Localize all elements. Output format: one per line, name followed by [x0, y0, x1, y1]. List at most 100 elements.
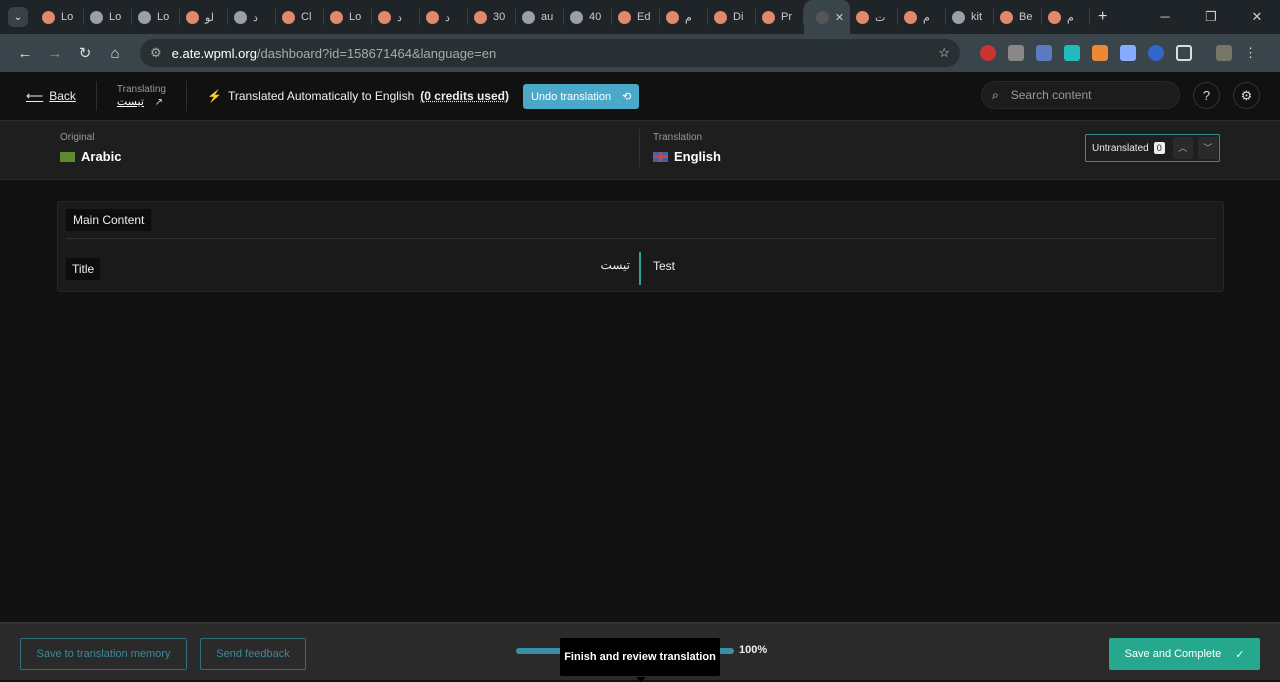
browser-tab[interactable]: Lo [324, 9, 372, 25]
browser-tab[interactable]: Be [994, 9, 1042, 25]
check-icon: ✓ [1235, 648, 1245, 661]
help-button[interactable]: ? [1193, 82, 1220, 109]
saudi-flag-icon [60, 151, 75, 162]
browser-tab[interactable]: 30 [468, 9, 516, 25]
favicon-icon [282, 10, 295, 24]
browser-tab[interactable]: Pr [756, 9, 804, 25]
untranslated-filter[interactable]: Untranslated 0 ︿ ﹀ [1085, 134, 1220, 162]
tooltip: Finish and review translation [560, 638, 720, 682]
browser-tab[interactable]: د [372, 9, 420, 25]
home-icon[interactable]: ⌂ [100, 45, 130, 62]
browser-tab[interactable]: Cl [276, 9, 324, 25]
favicon-icon [815, 10, 829, 24]
undo-translation-button[interactable]: Undo translation ⟲ [522, 83, 640, 109]
favicon-icon [138, 10, 151, 24]
extension-icon[interactable] [1092, 45, 1108, 61]
search-input[interactable]: ⌕ Search content [981, 81, 1180, 109]
extensions: ⋮ [980, 45, 1260, 61]
favicon-icon [618, 10, 631, 24]
credits-info[interactable]: (0 credits used) [420, 89, 509, 103]
close-tab-icon[interactable]: ✕ [835, 11, 844, 24]
extension-icon[interactable] [1148, 45, 1164, 61]
favicon-icon [42, 10, 55, 24]
content-card: Main Content Title تيست Test [57, 201, 1224, 292]
favicon-icon [762, 10, 775, 24]
app-header: ⟵ Back Translating تيست ↗ ⚡ Translated Auto… [0, 72, 1280, 121]
section-title: Main Content [66, 209, 152, 231]
extension-icon[interactable] [1008, 45, 1024, 61]
bolt-icon: ⚡ [207, 89, 222, 103]
arrow-left-icon: ⟵ [26, 89, 44, 103]
save-memory-button[interactable]: Save to translation memory [20, 638, 187, 670]
minimize-button[interactable]: ─ [1142, 0, 1188, 34]
puzzle-icon[interactable] [1176, 45, 1192, 61]
browser-tab[interactable]: Lo [36, 9, 84, 25]
back-nav-icon[interactable]: ← [10, 45, 40, 62]
browser-tab[interactable]: ت [850, 9, 898, 25]
favicon-icon [714, 10, 727, 24]
undo-icon: ⟲ [622, 90, 632, 103]
forward-nav-icon[interactable]: → [40, 45, 70, 62]
browser-tab[interactable]: د [420, 9, 468, 25]
extension-icon[interactable] [980, 45, 996, 61]
chevron-up-icon[interactable]: ︿ [1172, 137, 1193, 159]
reload-icon[interactable]: ↻ [70, 44, 100, 62]
browser-tab[interactable]: Ed [612, 9, 660, 25]
browser-tab[interactable]: ✕ [804, 0, 850, 34]
language-bar: Original Arabic Translation English Untran… [0, 121, 1280, 180]
browser-tabbar: ⌄ Lo Lo Lo لو د Cl Lo د د 30 au 40 Ed م Di Pr ✕ ت م kit Be م … [0, 0, 1280, 34]
browser-tab[interactable]: Di [708, 9, 756, 25]
browser-tab[interactable]: م [660, 9, 708, 25]
favicon-icon [426, 10, 439, 24]
favicon-icon [522, 10, 535, 24]
close-window-button[interactable]: ✕ [1234, 0, 1280, 34]
browser-tab[interactable]: 40 [564, 9, 612, 25]
search-icon: ⌕ [992, 87, 999, 102]
browser-tab[interactable]: Lo [132, 9, 180, 25]
settings-gear-icon[interactable]: ⚙ [1233, 82, 1260, 109]
restore-button[interactable]: ❐ [1188, 0, 1234, 34]
url-input[interactable]: ⚙ e.ate.wpml.org/dashboard?id=158671464&l… [140, 39, 960, 67]
browser-tab[interactable]: م [898, 9, 946, 25]
back-link[interactable]: ⟵ Back [26, 89, 76, 103]
external-link-icon[interactable]: ↗ [155, 97, 163, 108]
source-text: تيست [600, 258, 630, 272]
footer: Save to translation memory Send feedback… [0, 622, 1280, 682]
translating-label: Translating [116, 84, 166, 95]
favicon-icon [952, 10, 965, 24]
favicon-icon [856, 10, 869, 24]
uk-flag-icon [653, 151, 668, 162]
extension-icon[interactable] [1036, 45, 1052, 61]
favicon-icon [570, 10, 583, 24]
favicon-icon [474, 10, 487, 24]
avatar[interactable] [1216, 45, 1232, 61]
progress-percent: 100% [739, 644, 768, 656]
favicon-icon [904, 10, 917, 24]
extension-icon[interactable] [1064, 45, 1080, 61]
doc-title-link[interactable]: تيست [117, 96, 144, 108]
bookmark-star-icon[interactable]: ☆ [938, 45, 950, 61]
site-info-icon[interactable]: ⚙ [150, 45, 162, 61]
browser-tab[interactable]: م [1042, 9, 1090, 25]
translation-field[interactable]: Test [653, 259, 675, 273]
favicon-icon [90, 10, 103, 24]
browser-tab[interactable]: au [516, 9, 564, 25]
chevron-down-icon[interactable]: ﹀ [1197, 137, 1218, 159]
tab-search-button[interactable]: ⌄ [8, 7, 28, 27]
favicon-icon [1048, 10, 1061, 24]
browser-tab[interactable]: kit [946, 9, 994, 25]
new-tab-button[interactable]: + [1098, 8, 1107, 26]
favicon-icon [330, 10, 343, 24]
favicon-icon [1000, 10, 1013, 24]
favicon-icon [378, 10, 391, 24]
send-feedback-button[interactable]: Send feedback [200, 638, 306, 670]
browser-tab[interactable]: لو [180, 9, 228, 25]
browser-tab[interactable]: د [228, 9, 276, 25]
address-bar: ← → ↻ ⌂ ⚙ e.ate.wpml.org/dashboard?id=158… [0, 34, 1280, 72]
extension-icon[interactable] [1120, 45, 1136, 61]
browser-tab[interactable]: Lo [84, 9, 132, 25]
favicon-icon [234, 10, 247, 24]
save-complete-button[interactable]: Save and Complete ✓ [1109, 638, 1260, 670]
row-label: Title [66, 258, 101, 280]
menu-icon[interactable]: ⋮ [1244, 45, 1260, 61]
